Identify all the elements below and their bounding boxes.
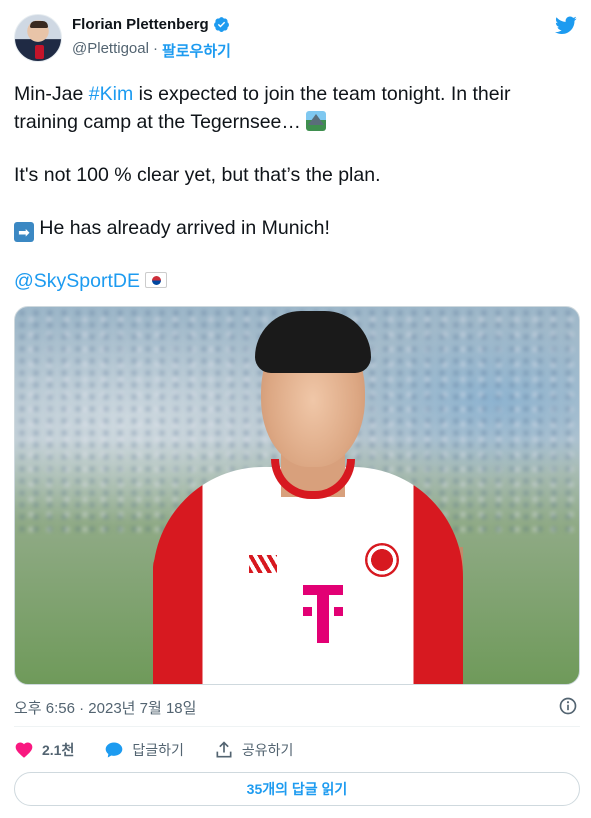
info-icon[interactable] bbox=[558, 696, 578, 716]
speech-bubble-icon bbox=[106, 742, 123, 758]
divider bbox=[14, 726, 580, 727]
hashtag-link[interactable]: #Kim bbox=[89, 83, 133, 105]
mountain-lake-emoji-icon bbox=[306, 111, 327, 131]
reply-label: 답글하기 bbox=[132, 742, 184, 758]
read-replies-button[interactable]: 35개의 답글 읽기 bbox=[14, 772, 580, 806]
south-korea-flag-emoji-icon bbox=[145, 272, 168, 288]
text-segment: Min-Jae bbox=[14, 83, 89, 105]
adidas-logo-icon bbox=[249, 555, 277, 573]
share-label: 공유하기 bbox=[241, 742, 294, 758]
right-arrow-emoji-icon: ➡ bbox=[14, 222, 34, 242]
bayern-crest-icon bbox=[365, 543, 399, 577]
action-bar: 2.1천 답글하기 공유하기 bbox=[14, 737, 323, 763]
author-avatar[interactable] bbox=[14, 14, 62, 62]
like-button[interactable]: 2.1천 bbox=[14, 740, 74, 760]
reply-button[interactable]: 답글하기 bbox=[104, 740, 184, 760]
author-handle[interactable]: @Plettigoal bbox=[72, 40, 149, 61]
tweet-timestamp[interactable]: 오후 6:56 · 2023년 7월 18일 bbox=[14, 697, 196, 718]
text-segment: He has already arrived in Munich! bbox=[34, 217, 330, 239]
twitter-bird-icon[interactable] bbox=[553, 14, 579, 36]
bayern-jersey bbox=[153, 467, 463, 684]
tweet-line-1: Min-Jae #Kim is expected to join the tea… bbox=[14, 80, 579, 136]
share-upload-icon bbox=[216, 741, 232, 758]
tweet-text: Min-Jae #Kim is expected to join the tea… bbox=[14, 80, 579, 295]
tweet-line-4: @SkySportDE bbox=[14, 267, 579, 295]
tweet-line-2: It's not 100 % clear yet, but that’s the… bbox=[14, 164, 381, 186]
heart-icon bbox=[15, 742, 33, 758]
player-figure bbox=[153, 307, 463, 684]
separator-dot: · bbox=[152, 40, 158, 57]
verified-badge-icon bbox=[213, 17, 229, 32]
like-count: 2.1천 bbox=[42, 742, 75, 758]
follow-button[interactable]: 팔로우하기 bbox=[162, 40, 231, 61]
author-name-row: Florian Plettenberg bbox=[72, 16, 230, 33]
tweet-line-3: ➡ He has already arrived in Munich! bbox=[14, 214, 579, 242]
share-button[interactable]: 공유하기 bbox=[214, 740, 294, 760]
author-display-name[interactable]: Florian Plettenberg bbox=[72, 16, 209, 33]
tweet-photo[interactable] bbox=[14, 306, 580, 685]
tweet-card: Florian Plettenberg @Plettigoal · 팔로우하기 … bbox=[0, 0, 591, 818]
author-handle-row: @Plettigoal · 팔로우하기 bbox=[72, 40, 231, 61]
mention-link[interactable]: @SkySportDE bbox=[14, 270, 140, 292]
